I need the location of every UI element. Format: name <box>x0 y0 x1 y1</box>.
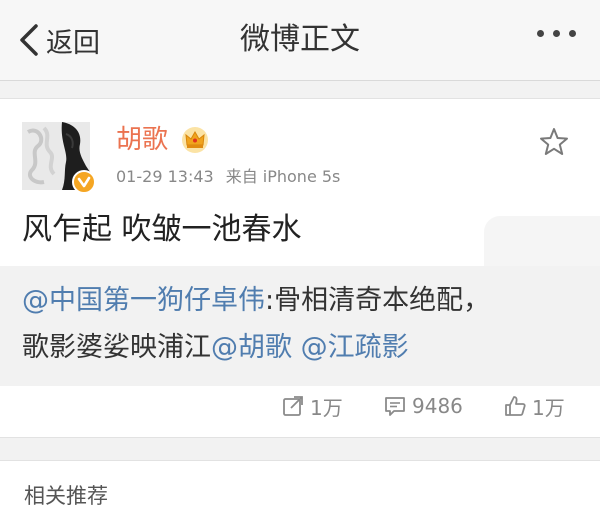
verified-badge-icon <box>72 170 96 194</box>
like-icon <box>505 396 526 416</box>
more-dot <box>553 30 560 37</box>
repost-count: 1万 <box>310 395 343 420</box>
repost-line-2: 歌影婆娑映浦江@胡歌 @江疏影 <box>22 328 409 368</box>
page-title: 微博正文 <box>240 22 360 57</box>
vip-crown-icon[interactable] <box>181 126 209 154</box>
top-nav-bar: 返回 微博正文 <box>0 0 600 81</box>
comment-icon <box>385 397 405 416</box>
comment-button[interactable]: 9486 <box>384 392 463 420</box>
like-count: 1万 <box>532 395 565 420</box>
like-button[interactable]: 1万 <box>504 392 565 420</box>
mention-link[interactable]: @江疏影 <box>301 332 409 363</box>
comment-count: 9486 <box>412 394 463 418</box>
repost-icon <box>283 396 303 416</box>
repost-line-1: @中国第一狗仔卓伟:骨相清奇本绝配， <box>22 281 490 321</box>
mention-link[interactable]: @胡歌 <box>211 332 292 363</box>
mention-link[interactable]: @中国第一狗仔卓伟 <box>22 285 265 316</box>
post-timestamp: 01-29 13:43 <box>116 167 214 186</box>
recommend-title: 相关推荐 <box>24 484 108 508</box>
repost-text: 歌影婆娑映浦江 <box>22 332 211 363</box>
side-overlay-tab[interactable] <box>484 216 600 310</box>
repost-button[interactable]: 1万 <box>282 392 343 420</box>
post-text: 风乍起 吹皱一池春水 <box>22 212 302 247</box>
more-icon[interactable] <box>537 30 576 37</box>
post-source: 来自 iPhone 5s <box>225 167 341 186</box>
favorite-star-icon[interactable] <box>538 126 570 158</box>
post-meta: 01-29 13:43 来自 iPhone 5s <box>116 163 340 187</box>
more-dot <box>569 30 576 37</box>
repost-text: :骨相清奇本绝配， <box>265 285 491 316</box>
username[interactable]: 胡歌 <box>116 122 168 158</box>
more-dot <box>537 30 544 37</box>
